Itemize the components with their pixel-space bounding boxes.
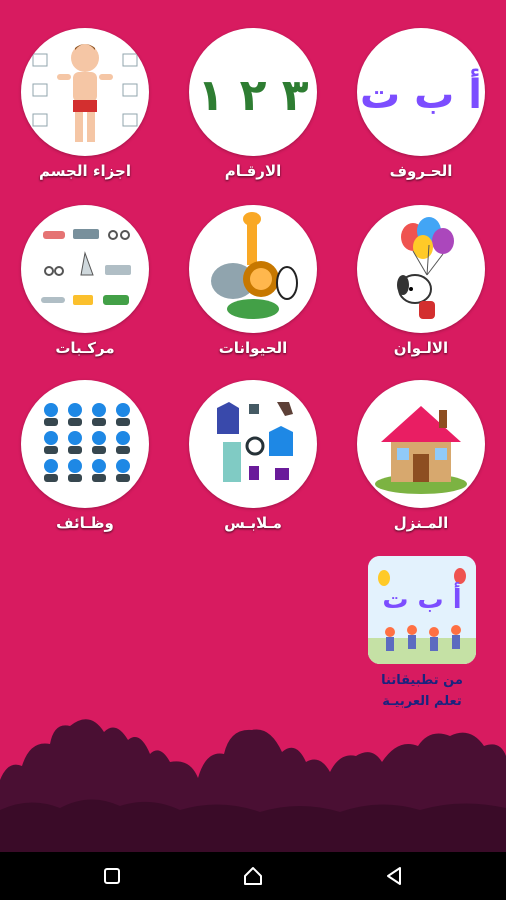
- tile-numbers[interactable]: ٣ ٢ ١ الارقـام: [178, 28, 328, 180]
- animals-label: الحيوانات: [218, 339, 288, 357]
- vehicles-image: [21, 205, 149, 333]
- arabic-numbers-icon: ٣ ٢ ١: [197, 70, 308, 121]
- bushes-silhouette: [0, 719, 506, 852]
- body-parts-label: اجزاء الجسم: [39, 162, 131, 180]
- professions-icon: [44, 403, 130, 482]
- home-icon: [244, 867, 262, 885]
- jobs-label: وظـائف: [56, 514, 114, 532]
- tile-letters[interactable]: أ ب ت الحـروف: [346, 28, 496, 180]
- clothes-image: [189, 380, 317, 508]
- vehicles-icon: [41, 229, 131, 305]
- jobs-image: [21, 380, 149, 508]
- tile-clothes[interactable]: مـلابـس: [178, 380, 328, 532]
- tile-house[interactable]: المـنزل: [346, 380, 496, 532]
- tile-body-parts[interactable]: اجزاء الجسم: [10, 28, 160, 180]
- arabic-letters-icon: أ ب ت: [360, 68, 482, 118]
- numbers-image: ٣ ٢ ١: [189, 28, 317, 156]
- house-image: [357, 380, 485, 508]
- back-button[interactable]: [382, 864, 406, 888]
- learn-arabic-app-icon: أ ب ت: [368, 556, 476, 664]
- promo-other-apps[interactable]: أ ب ت من تطبيقاتنا تعلم العربيـة: [360, 556, 484, 712]
- animals-image: [189, 205, 317, 333]
- numbers-label: الارقـام: [224, 162, 282, 180]
- colors-image: [357, 205, 485, 333]
- navigation-bar: [0, 852, 506, 900]
- clothes-label: مـلابـس: [224, 514, 282, 532]
- house-icon: [375, 406, 467, 494]
- house-label: المـنزل: [393, 514, 449, 532]
- body-parts-icon: [32, 44, 138, 142]
- animals-icon: [211, 212, 298, 319]
- back-triangle-icon: [387, 867, 401, 885]
- letters-image: أ ب ت: [357, 28, 485, 156]
- categories-grid: أ ب ت الحـروف ٣ ٢ ١ الارقـام اجزاء الجسم…: [0, 0, 506, 560]
- promo-app-icon[interactable]: أ ب ت: [368, 556, 476, 664]
- clothes-icon: [217, 402, 293, 482]
- balloons-dog-icon: [397, 217, 454, 319]
- svg-text:أ ب ت: أ ب ت: [382, 582, 461, 615]
- home-button[interactable]: [241, 864, 265, 888]
- recents-button[interactable]: [100, 864, 124, 888]
- tile-animals[interactable]: الحيوانات: [178, 205, 328, 357]
- colors-label: الالـوان: [393, 339, 449, 357]
- tile-jobs[interactable]: وظـائف: [10, 380, 160, 532]
- vehicles-label: مركـبات: [55, 339, 115, 357]
- recents-square-icon: [104, 868, 120, 884]
- tile-colors[interactable]: الالـوان: [346, 205, 496, 357]
- tile-vehicles[interactable]: مركـبات: [10, 205, 160, 357]
- body-parts-image: [21, 28, 149, 156]
- svg-text:أ ب ت: أ ب ت: [360, 68, 482, 118]
- promo-line-1: من تطبيقاتنا: [381, 673, 463, 688]
- svg-text:٣ ٢ ١: ٣ ٢ ١: [197, 70, 308, 121]
- letters-label: الحـروف: [389, 162, 453, 180]
